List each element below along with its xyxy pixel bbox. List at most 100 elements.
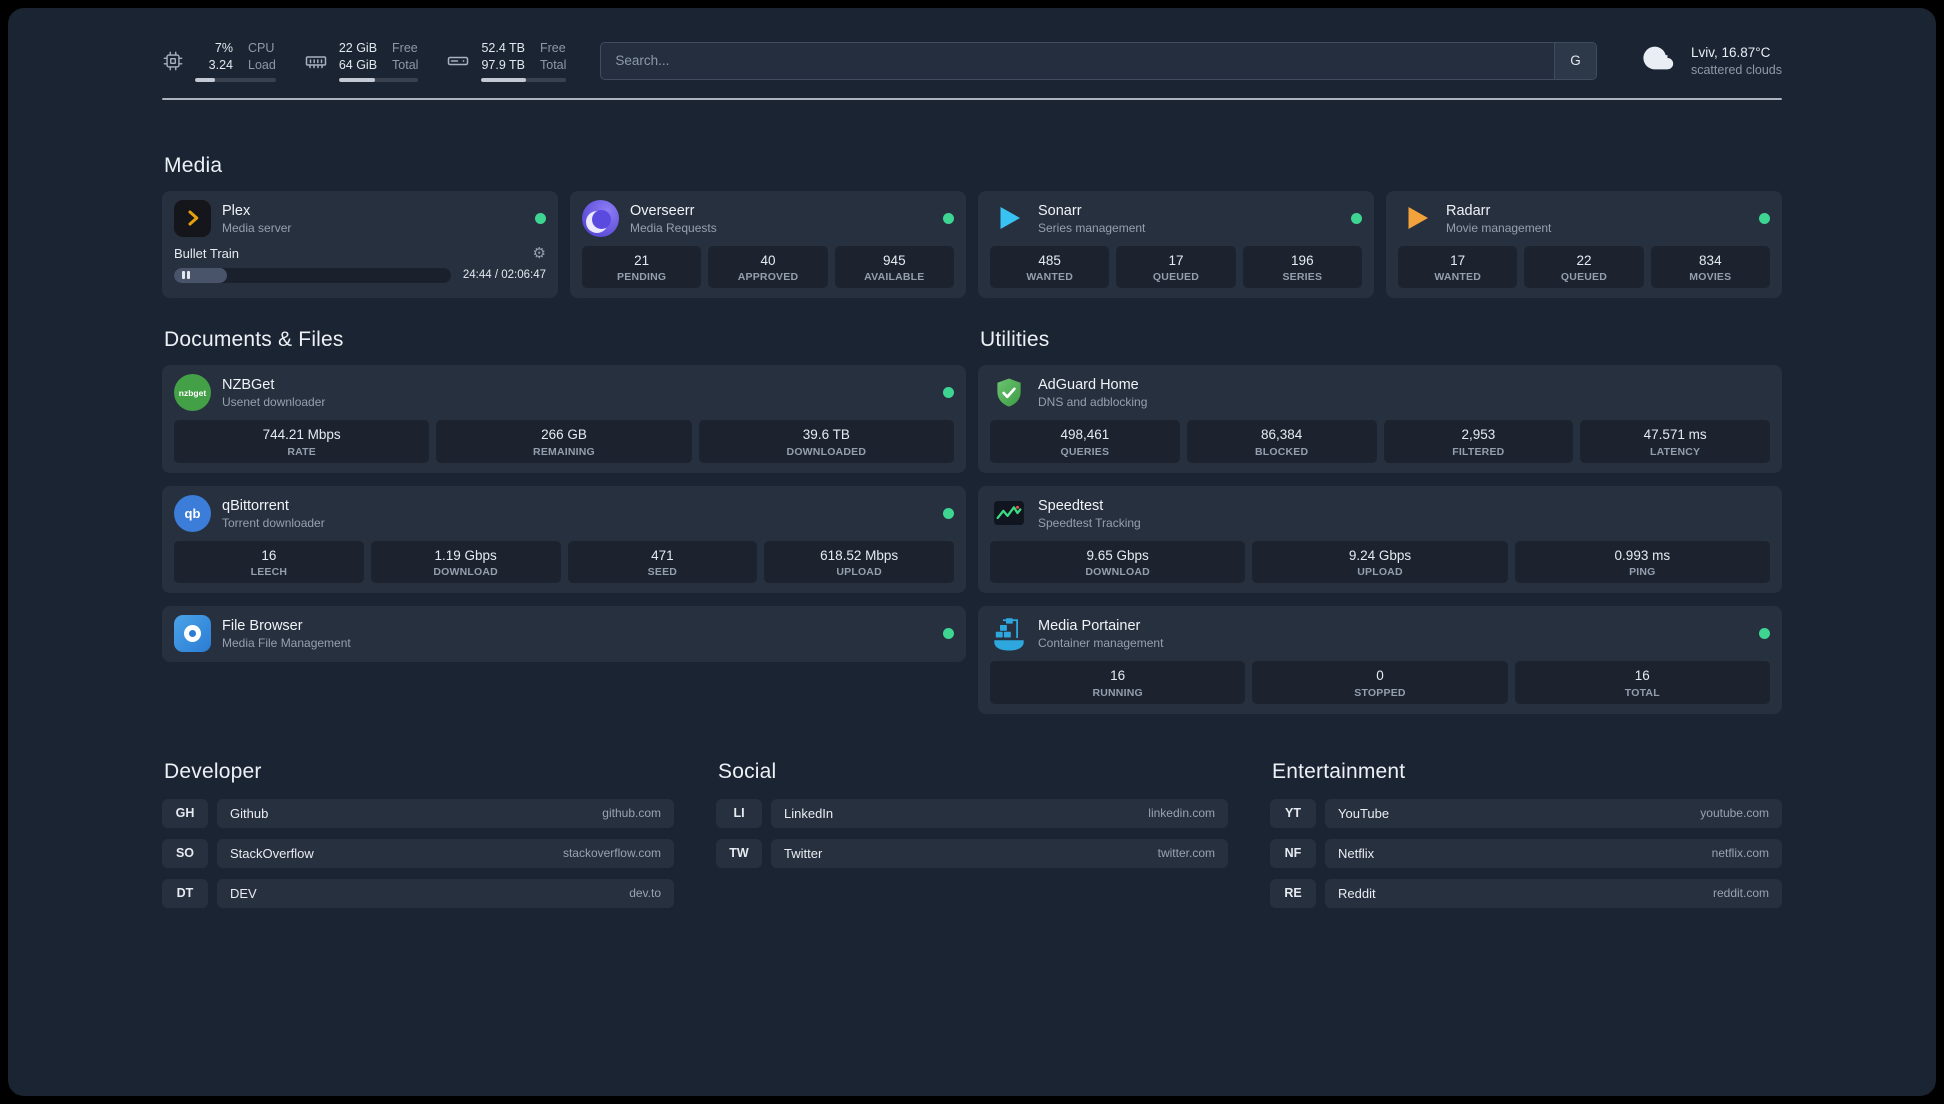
service-desc: Media server xyxy=(222,220,292,235)
speedtest-card[interactable]: Speedtest Speedtest Tracking 9.65 Gbps D… xyxy=(978,485,1782,594)
section-title-entertainment: Entertainment xyxy=(1272,759,1406,783)
cpu-widget: 7% 3.24 CPU Load xyxy=(162,40,276,82)
stat-tile: 945 AVAILABLE xyxy=(834,245,954,289)
memory-progress-bar xyxy=(338,77,419,82)
bookmark-url: youtube.com xyxy=(1700,806,1769,821)
bookmark-abbr: LI xyxy=(716,798,762,828)
bookmark-url: linkedin.com xyxy=(1148,806,1215,821)
nzbget-icon: nzbget xyxy=(174,374,211,412)
stat-tile: 485 WANTED xyxy=(990,245,1110,289)
stat-label: PING xyxy=(1629,566,1656,579)
stat-tile: 40 APPROVED xyxy=(708,245,828,289)
adguard-card[interactable]: AdGuard Home DNS and adblocking 498,461 … xyxy=(978,365,1782,473)
service-name: AdGuard Home xyxy=(1038,377,1139,394)
stat-tile: 17 WANTED xyxy=(1398,245,1518,289)
stat-value: 40 xyxy=(760,252,776,268)
bookmark-group-developer: Developer GH Github github.com SO StackO… xyxy=(162,760,674,908)
plex-card[interactable]: Plex Media server Bullet Train ⚙ 24:44 /… xyxy=(162,190,558,299)
bookmark-url: dev.to xyxy=(629,886,661,901)
service-name: Media Portainer xyxy=(1038,618,1141,635)
nzbget-card[interactable]: nzbget NZBGet Usenet downloader 744.21 M… xyxy=(162,365,966,473)
stat-label: SERIES xyxy=(1282,271,1323,284)
stat-label: QUEUED xyxy=(1152,271,1200,284)
filebrowser-card[interactable]: File Browser Media File Management xyxy=(162,606,966,663)
sonarr-card[interactable]: Sonarr Series management 485 WANTED 17 Q… xyxy=(978,190,1374,299)
disk-label-1: Free xyxy=(540,41,566,55)
bookmark-linkedin[interactable]: LI LinkedIn linkedin.com xyxy=(716,798,1228,828)
section-title-media: Media xyxy=(164,153,223,177)
status-indicator xyxy=(1759,212,1770,224)
stat-label: WANTED xyxy=(1026,271,1074,284)
stat-tile: 22 QUEUED xyxy=(1524,245,1644,289)
overseerr-icon xyxy=(582,199,619,237)
service-desc: Movie management xyxy=(1446,220,1552,235)
radarr-icon xyxy=(1398,200,1435,237)
status-indicator xyxy=(1351,212,1362,224)
bookmark-dev[interactable]: DT DEV dev.to xyxy=(162,878,674,908)
stat-label: RUNNING xyxy=(1092,686,1143,699)
stat-value: 16 xyxy=(1110,668,1126,684)
stat-value: 498,461 xyxy=(1060,427,1110,443)
section-media: Media Plex Media server Bullet Train ⚙ 2… xyxy=(162,154,1782,299)
disk-labels: Free Total xyxy=(540,40,566,74)
disk-total: 97.9 TB xyxy=(481,57,525,72)
stat-label: TOTAL xyxy=(1624,686,1660,699)
bookmark-stackoverflow[interactable]: SO StackOverflow stackoverflow.com xyxy=(162,838,674,868)
bookmark-abbr: RE xyxy=(1270,878,1316,908)
bookmark-name: Twitter xyxy=(784,845,823,861)
stat-label: QUERIES xyxy=(1060,445,1110,458)
filebrowser-icon xyxy=(174,615,211,653)
stat-tile: 16 TOTAL xyxy=(1514,661,1770,704)
stat-value: 471 xyxy=(651,547,674,563)
bookmark-twitter[interactable]: TW Twitter twitter.com xyxy=(716,838,1228,868)
stat-value: 1.19 Gbps xyxy=(434,547,497,563)
weather-condition: scattered clouds xyxy=(1690,63,1782,78)
bookmark-reddit[interactable]: RE Reddit reddit.com xyxy=(1270,878,1782,908)
stat-label: DOWNLOADED xyxy=(786,445,867,458)
stat-label: PENDING xyxy=(617,271,667,284)
bookmark-abbr: DT xyxy=(162,878,208,908)
stat-value: 834 xyxy=(1699,252,1722,268)
stat-tile: 744.21 Mbps RATE xyxy=(174,420,430,463)
section-title-documents: Documents & Files xyxy=(164,328,344,352)
search-provider-button[interactable]: G xyxy=(1553,42,1596,79)
section-title-developer: Developer xyxy=(164,759,262,783)
portainer-card[interactable]: Media Portainer Container management 16 … xyxy=(978,606,1782,714)
stat-label: BLOCKED xyxy=(1254,445,1309,458)
service-name: Overseerr xyxy=(630,202,695,219)
section-documents: Documents & Files nzbget NZBGet Usenet d… xyxy=(162,328,966,663)
bookmark-netflix[interactable]: NF Netflix netflix.com xyxy=(1270,838,1782,868)
status-indicator xyxy=(943,628,954,640)
memory-widget: 22 GiB 64 GiB Free Total xyxy=(304,40,419,82)
radarr-card[interactable]: Radarr Movie management 17 WANTED 22 QUE… xyxy=(1386,190,1782,299)
qbittorrent-icon: qb xyxy=(174,494,211,532)
stat-label: LEECH xyxy=(250,566,288,579)
bookmark-url: netflix.com xyxy=(1711,846,1769,861)
bookmark-github[interactable]: GH Github github.com xyxy=(162,798,674,828)
stat-tile: 9.65 Gbps DOWNLOAD xyxy=(990,540,1246,584)
service-desc: Speedtest Tracking xyxy=(1038,515,1141,530)
bookmark-name: StackOverflow xyxy=(230,845,314,861)
bookmark-name: LinkedIn xyxy=(784,805,834,821)
playback-progress-bar[interactable] xyxy=(174,267,451,283)
stat-label: STOPPED xyxy=(1354,686,1406,699)
disk-icon xyxy=(446,49,470,73)
stat-tile: 471 SEED xyxy=(567,540,758,584)
bookmark-youtube[interactable]: YT YouTube youtube.com xyxy=(1270,798,1782,828)
topbar: 7% 3.24 CPU Load 22 GiB 64 GiB Free Tota… xyxy=(162,40,1782,82)
stat-tile: 196 SERIES xyxy=(1242,245,1362,289)
stat-value: 945 xyxy=(883,252,906,268)
portainer-icon xyxy=(990,615,1027,652)
stat-value: 39.6 TB xyxy=(802,427,850,443)
overseerr-card[interactable]: Overseerr Media Requests 21 PENDING 40 A… xyxy=(570,190,966,299)
gear-icon[interactable]: ⚙ xyxy=(533,246,546,261)
disk-values: 52.4 TB 97.9 TB xyxy=(481,40,525,74)
stat-value: 47.571 ms xyxy=(1643,427,1707,443)
qbittorrent-card[interactable]: qb qBittorrent Torrent downloader 16 LEE… xyxy=(162,485,966,594)
stat-label: RATE xyxy=(287,445,316,458)
sonarr-icon xyxy=(990,200,1027,237)
search-input[interactable] xyxy=(601,42,1554,79)
stat-value: 266 GB xyxy=(541,427,587,443)
dashboard: 7% 3.24 CPU Load 22 GiB 64 GiB Free Tota… xyxy=(8,8,1936,1096)
cloud-icon xyxy=(1639,41,1679,80)
